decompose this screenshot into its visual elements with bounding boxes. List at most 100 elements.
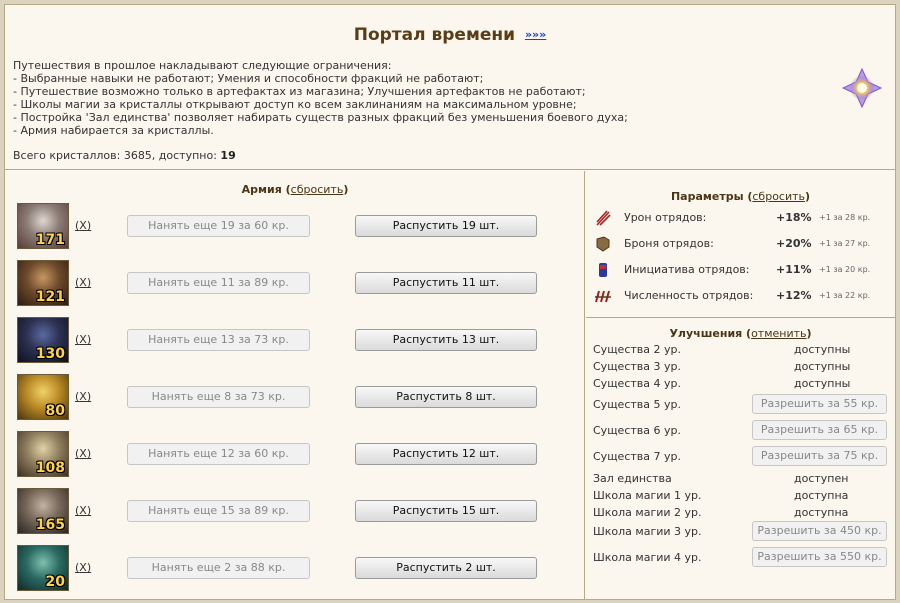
remove-unit-link[interactable]: (X) — [75, 561, 91, 574]
army-unit-row: 80 (X) Нанять еще 8 за 73 кр. Распустить 8 … — [5, 374, 585, 420]
crystals-available: 19 — [220, 149, 236, 162]
unlock-upgrade-button[interactable]: Разрешить за 450 кр. — [752, 521, 887, 541]
dismiss-button[interactable]: Распустить 13 шт. — [355, 329, 537, 351]
remove-unit-link[interactable]: (X) — [75, 504, 91, 517]
unit-count: 80 — [45, 403, 65, 419]
restrictions-text: Путешествия в прошлое накладывают следую… — [13, 59, 628, 137]
hire-more-button[interactable]: Нанять еще 15 за 89 кр. — [127, 500, 310, 522]
params-reset-link[interactable]: сбросить — [752, 190, 805, 203]
upgrades-title: Улучшения (отменить) — [669, 327, 812, 340]
portal-window: Портал времени »»» Путешествия в прошлое… — [4, 4, 896, 600]
page-title: Портал времени »»» — [5, 25, 895, 45]
dismiss-button[interactable]: Распустить 2 шт. — [355, 557, 537, 579]
upgrade-label: Существа 5 ур. — [593, 398, 681, 411]
unlock-upgrade-button[interactable]: Разрешить за 55 кр. — [752, 394, 887, 414]
upgrade-status: доступна — [794, 506, 849, 519]
hire-more-button[interactable]: Нанять еще 12 за 60 кр. — [127, 443, 310, 465]
remove-unit-label: X — [79, 447, 87, 460]
restriction-line: - Выбранные навыки не работают; Умения и… — [13, 72, 484, 85]
param-increase-link[interactable]: +1 за 27 кр. — [819, 239, 870, 248]
param-value: +18% — [776, 211, 812, 224]
hooded-portrait[interactable]: 165 — [17, 488, 69, 534]
army-unit-row: 108 (X) Нанять еще 12 за 60 кр. Распустить … — [5, 431, 585, 477]
unlock-upgrade-button[interactable]: Разрешить за 65 кр. — [752, 420, 887, 440]
hire-more-button[interactable]: Нанять еще 13 за 73 кр. — [127, 329, 310, 351]
monk-portrait[interactable]: 171 — [17, 203, 69, 249]
restriction-line: - Школы магии за кристаллы открывают дос… — [13, 98, 577, 111]
remove-unit-link[interactable]: (X) — [75, 276, 91, 289]
upgrade-row: Существа 7 ур. Разрешить за 75 кр. — [586, 446, 895, 466]
param-label: Численность отрядов: — [624, 289, 754, 302]
troop-count-icon — [594, 287, 612, 305]
remove-unit-link[interactable]: (X) — [75, 390, 91, 403]
veiled-portrait[interactable]: 108 — [17, 431, 69, 477]
unit-count: 171 — [35, 232, 65, 248]
army-unit-row: 121 (X) Нанять еще 11 за 89 кр. Распустить … — [5, 260, 585, 306]
params-title: Параметры (сбросить) — [670, 190, 811, 203]
params-title-text: Параметры — [670, 190, 744, 203]
params-panel: Параметры (сбросить) Урон отрядов: +18% +1… — [586, 171, 895, 318]
dismiss-button[interactable]: Распустить 11 шт. — [355, 272, 537, 294]
dark-hood-portrait[interactable]: 130 — [17, 317, 69, 363]
remove-unit-link[interactable]: (X) — [75, 219, 91, 232]
upgrade-status: доступны — [794, 343, 851, 356]
param-row: Инициатива отрядов: +11% +1 за 20 кр. — [586, 260, 895, 280]
army-unit-row: 165 (X) Нанять еще 15 за 89 кр. Распустить … — [5, 488, 585, 534]
army-unit-row: 130 (X) Нанять еще 13 за 73 кр. Распустить … — [5, 317, 585, 363]
armor-icon — [594, 235, 612, 253]
army-title-text: Армия — [241, 183, 282, 196]
remove-unit-label: X — [79, 561, 87, 574]
upgrade-status: доступны — [794, 377, 851, 390]
golden-helm-portrait[interactable]: 80 — [17, 374, 69, 420]
upgrade-row: Существа 5 ур. Разрешить за 55 кр. — [586, 394, 895, 414]
army-reset-link[interactable]: сбросить — [291, 183, 344, 196]
unit-count: 20 — [45, 574, 65, 590]
param-value: +12% — [776, 289, 812, 302]
hire-more-button[interactable]: Нанять еще 11 за 89 кр. — [127, 272, 310, 294]
upgrade-row: Школа магии 4 ур. Разрешить за 550 кр. — [586, 547, 895, 567]
dismiss-button[interactable]: Распустить 19 шт. — [355, 215, 537, 237]
upgrade-label: Существа 7 ур. — [593, 450, 681, 463]
right-panel: Параметры (сбросить) Урон отрядов: +18% +1… — [586, 171, 895, 599]
upgrade-row: Школа магии 3 ур. Разрешить за 450 кр. — [586, 521, 895, 541]
restriction-line: - Постройка 'Зал единства' позволяет наб… — [13, 111, 628, 124]
param-increase-link[interactable]: +1 за 22 кр. — [819, 291, 870, 300]
dismiss-button[interactable]: Распустить 15 шт. — [355, 500, 537, 522]
upgrades-panel: Улучшения (отменить) Существа 2 ур. досту… — [586, 319, 895, 599]
title-more-link[interactable]: »»» — [525, 28, 546, 41]
param-row: Урон отрядов: +18% +1 за 28 кр. — [586, 208, 895, 228]
header-panel: Портал времени »»» Путешествия в прошлое… — [5, 5, 895, 170]
upgrades-title-text: Улучшения — [669, 327, 743, 340]
upgrade-label: Существа 4 ур. — [593, 377, 681, 390]
upgrade-row: Зал единства доступен — [586, 470, 895, 487]
upgrade-label: Школа магии 1 ур. — [593, 489, 702, 502]
upgrade-row: Школа магии 1 ур. доступна — [586, 487, 895, 504]
upgrade-row: Существа 6 ур. Разрешить за 65 кр. — [586, 420, 895, 440]
hire-more-button[interactable]: Нанять еще 19 за 60 кр. — [127, 215, 310, 237]
crystals-label: Всего кристаллов: 3685, доступно: — [13, 149, 221, 162]
upgrade-label: Существа 6 ур. — [593, 424, 681, 437]
remove-unit-label: X — [79, 219, 87, 232]
dragon-portrait[interactable]: 20 — [17, 545, 69, 591]
upgrade-row: Существа 2 ур. доступны — [586, 341, 895, 358]
centaur-portrait[interactable]: 121 — [17, 260, 69, 306]
param-label: Урон отрядов: — [624, 211, 707, 224]
hire-more-button[interactable]: Нанять еще 8 за 73 кр. — [127, 386, 310, 408]
remove-unit-link[interactable]: (X) — [75, 333, 91, 346]
remove-unit-link[interactable]: (X) — [75, 447, 91, 460]
portal-crystal-icon[interactable] — [841, 67, 883, 109]
dismiss-button[interactable]: Распустить 12 шт. — [355, 443, 537, 465]
upgrade-row: Существа 4 ур. доступны — [586, 375, 895, 392]
unit-count: 130 — [35, 346, 65, 362]
army-panel: Армия (сбросить) 171 (X) Нанять еще 19 за … — [5, 171, 585, 599]
remove-unit-label: X — [79, 333, 87, 346]
param-row: Численность отрядов: +12% +1 за 22 кр. — [586, 286, 895, 306]
param-increase-link[interactable]: +1 за 28 кр. — [819, 213, 870, 222]
param-increase-link[interactable]: +1 за 20 кр. — [819, 265, 870, 274]
dismiss-button[interactable]: Распустить 8 шт. — [355, 386, 537, 408]
upgrades-cancel-link[interactable]: отменить — [751, 327, 806, 340]
hire-more-button[interactable]: Нанять еще 2 за 88 кр. — [127, 557, 310, 579]
param-value: +20% — [776, 237, 812, 250]
unlock-upgrade-button[interactable]: Разрешить за 75 кр. — [752, 446, 887, 466]
unlock-upgrade-button[interactable]: Разрешить за 550 кр. — [752, 547, 887, 567]
